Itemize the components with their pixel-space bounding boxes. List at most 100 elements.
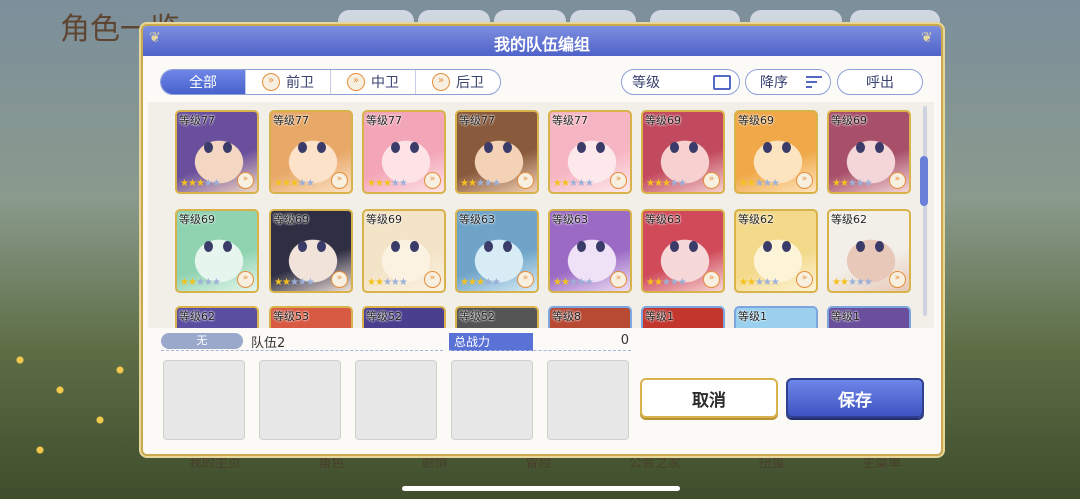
tab-label: 前卫 [286, 75, 314, 91]
character-portrait [667, 142, 701, 156]
party-slot[interactable] [259, 360, 341, 440]
star-rating-icon: ★★★★★ [367, 277, 408, 288]
character-card[interactable]: 等级77 ★★★★★ » [362, 110, 446, 194]
star-rating-icon: ★★★★★ [180, 277, 221, 288]
position-icon: » [517, 271, 534, 288]
character-level: 等级77 [179, 114, 215, 127]
character-portrait [574, 142, 608, 156]
position-icon: » [237, 172, 254, 189]
character-level: 等级62 [179, 310, 215, 323]
star-rating-icon: ★★★★★ [553, 277, 594, 288]
character-level: 等级69 [273, 213, 309, 226]
star-rating-icon: ★★★★★ [739, 178, 780, 189]
star-rating-icon: ★★★★★ [274, 178, 315, 189]
party-slot[interactable] [547, 360, 629, 440]
character-card[interactable]: 等级63 ★★★★★ » [548, 209, 632, 293]
midguard-icon: » [347, 73, 365, 91]
scrollbar-track[interactable] [923, 106, 927, 316]
character-card[interactable]: 等级62★★★★★» [734, 209, 818, 293]
star-rating-icon: ★★★★★ [553, 178, 594, 189]
tab-label: 中卫 [371, 75, 399, 91]
tab-vanguard[interactable]: » 前卫 [246, 70, 331, 94]
character-level: 等级63 [459, 213, 495, 226]
character-level: 等级63 [552, 213, 588, 226]
background-flowers [0, 300, 160, 499]
tab-label: 后卫 [456, 75, 484, 91]
character-portrait [667, 241, 701, 255]
call-button[interactable]: 呼出 [837, 69, 923, 95]
sort-by-label: 等级 [632, 75, 660, 91]
save-button[interactable]: 保存 [786, 378, 924, 418]
character-card[interactable]: 等级69 ★★★★★ » [827, 110, 911, 194]
character-card[interactable]: 等级1★★★★★» [827, 306, 911, 328]
party-status-tag: 无 [161, 333, 243, 349]
character-card[interactable]: 等级62★★★★★» [175, 306, 259, 328]
character-level: 等级77 [459, 114, 495, 127]
divider [449, 350, 631, 351]
character-card[interactable]: 等级69 ★★★★★ » [641, 110, 725, 194]
sort-options-icon [713, 74, 731, 90]
sort-by-button[interactable]: 等级 [621, 69, 740, 95]
position-icon: » [889, 172, 906, 189]
character-level: 等级53 [273, 310, 309, 323]
character-card[interactable]: 等级63 ★★★★★ » [455, 209, 539, 293]
corner-ornament-icon: ❦ [921, 30, 933, 46]
character-card[interactable]: 等级69 ★★★★★ » [362, 209, 446, 293]
tab-rearguard[interactable]: » 后卫 [416, 70, 500, 94]
descending-icon [806, 76, 822, 88]
character-card[interactable]: 等级52★★★★★» [362, 306, 446, 328]
position-icon: » [703, 271, 720, 288]
party-slot[interactable] [451, 360, 533, 440]
home-indicator[interactable] [402, 486, 680, 491]
character-card[interactable]: 等级77 ★★★★★ » [175, 110, 259, 194]
character-portrait [760, 142, 794, 156]
party-slot[interactable] [355, 360, 437, 440]
character-level: 等级62 [738, 213, 774, 226]
total-power-label: 总战力 [449, 333, 533, 351]
character-card[interactable]: 等级1★★★★★» [641, 306, 725, 328]
star-rating-icon: ★★★★★ [460, 277, 501, 288]
star-rating-icon: ★★★★★ [367, 178, 408, 189]
star-rating-icon: ★★★★★ [832, 178, 873, 189]
position-icon: » [703, 172, 720, 189]
character-card[interactable]: 等级53★★★★★» [269, 306, 353, 328]
character-card[interactable]: 等级69 ★★★★★ » [175, 209, 259, 293]
character-portrait [201, 241, 235, 255]
star-rating-icon: ★★★★★ [274, 277, 315, 288]
position-icon: » [517, 172, 534, 189]
character-card[interactable]: 等级77 ★★★★★ » [548, 110, 632, 194]
character-level: 等级52 [366, 310, 402, 323]
character-card[interactable]: 等级1★★★★★» [734, 306, 818, 328]
character-card[interactable]: 等级77 ★★★★★ » [455, 110, 539, 194]
character-level: 等级1 [738, 310, 767, 323]
star-rating-icon: ★★★★★ [832, 277, 873, 288]
character-grid[interactable]: 等级77 ★★★★★ » 等级77 ★★★★★ » 等级77 ★★★★★ » 等级77 ★★★★★ »… [148, 102, 934, 328]
position-icon: » [331, 172, 348, 189]
character-portrait [574, 241, 608, 255]
scrollbar-thumb[interactable] [920, 156, 928, 206]
tab-midguard[interactable]: » 中卫 [331, 70, 416, 94]
party-edit-dialog: ❦ 我的队伍编组 ❦ 全部 » 前卫 » 中卫 » 后卫 等级 降序 呼出 等级77 ★… [141, 24, 943, 456]
character-level: 等级1 [645, 310, 674, 323]
party-slot[interactable] [163, 360, 245, 440]
character-card[interactable]: 等级62★★★★★» [827, 209, 911, 293]
tab-all[interactable]: 全部 [161, 70, 246, 94]
character-portrait [295, 142, 329, 156]
position-icon: » [889, 271, 906, 288]
character-card[interactable]: 等级63 ★★★★★ » [641, 209, 725, 293]
character-level: 等级77 [366, 114, 402, 127]
character-card[interactable]: 等级52★★★★★» [455, 306, 539, 328]
star-rating-icon: ★★★★★ [180, 178, 221, 189]
sort-order-button[interactable]: 降序 [745, 69, 831, 95]
character-card[interactable]: 等级77 ★★★★★ » [269, 110, 353, 194]
rearguard-icon: » [432, 73, 450, 91]
character-card[interactable]: 等级8★★★★★» [548, 306, 632, 328]
character-level: 等级52 [459, 310, 495, 323]
character-level: 等级69 [179, 213, 215, 226]
star-rating-icon: ★★★★★ [646, 277, 687, 288]
character-card[interactable]: 等级69 ★★★★★ » [269, 209, 353, 293]
cancel-button[interactable]: 取消 [640, 378, 778, 418]
character-level: 等级69 [366, 213, 402, 226]
character-card[interactable]: 等级69 ★★★★★ » [734, 110, 818, 194]
divider [161, 350, 443, 351]
